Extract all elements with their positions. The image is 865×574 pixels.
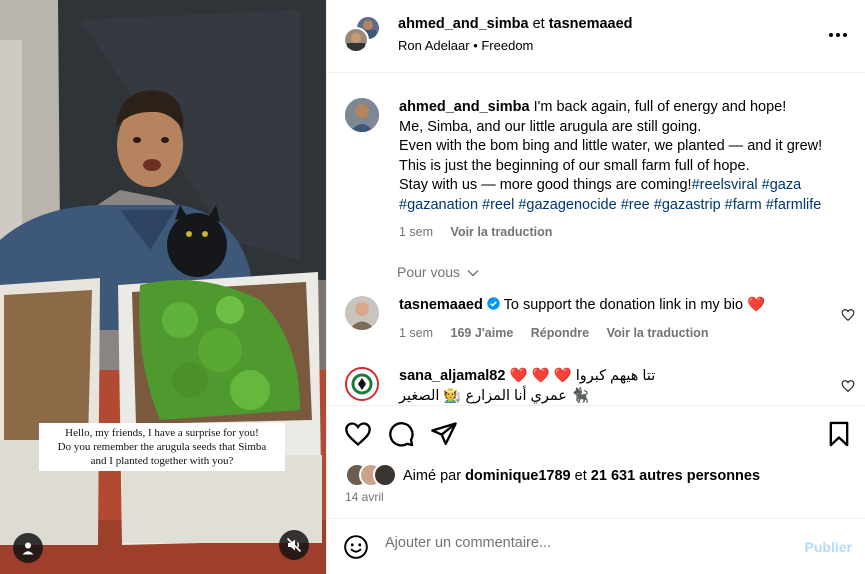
caption-line-1: ahmed_and_simba I'm back again, full of … [399, 98, 849, 118]
post-date[interactable]: 14 avril [345, 490, 384, 504]
emoji-icon[interactable] [343, 534, 369, 560]
comment-like-heart-icon[interactable] [841, 379, 855, 393]
more-horizontal-icon [829, 33, 847, 37]
comment-text: ❤️ ❤️ ❤️ تتا هيهم كبروا [509, 368, 656, 384]
hashtag-link[interactable]: #reelsviral #gaza [692, 177, 802, 193]
video-frame [0, 0, 326, 574]
translate-link[interactable]: Voir la traduction [607, 326, 709, 340]
comments-section[interactable]: ahmed_and_simba I'm back again, full of … [327, 74, 865, 404]
mute-toggle-button[interactable] [279, 530, 309, 560]
collab-avatars[interactable] [343, 15, 383, 55]
for-you-sort-button[interactable]: Pour vous [397, 264, 479, 280]
liked-by-user-link[interactable]: dominique1789 [465, 468, 571, 484]
avatar[interactable] [345, 367, 379, 401]
caption-text: Me, Simba, and our little arugula are st… [399, 118, 702, 135]
conjunction: et [532, 16, 545, 32]
more-options-button[interactable] [828, 22, 848, 42]
comment-body: sana_aljamal82 ❤️ ❤️ ❤️ تتا هيهم كبروا 🐈… [399, 367, 849, 404]
post-side-panel: ahmed_and_simba et tasnemaaed Ron Adelaa… [326, 0, 865, 574]
caption-text: Stay with us — more good things are comi… [399, 177, 692, 193]
author-names: ahmed_and_simba et tasnemaaed [398, 15, 633, 33]
caption-text: I'm back again, full of energy and hope! [533, 99, 787, 115]
likes-count-link[interactable]: 21 631 autres personnes [591, 468, 760, 484]
audio-track: Freedom [481, 38, 534, 53]
translate-link[interactable]: Voir la traduction [451, 225, 553, 239]
caption-text: This is just the beginning of our small … [399, 157, 750, 174]
comment-body: tasnemaaed To support the donation link … [399, 296, 849, 343]
share-icon[interactable] [430, 420, 458, 448]
comment-meta: 1 sem 169 J'aime Répondre Voir la traduc… [399, 324, 849, 344]
audio-artist: Ron Adelaar [398, 38, 470, 53]
video-caption: Hello, my friends, I have a surprise for… [39, 423, 285, 471]
tagged-users-button[interactable] [13, 533, 43, 563]
caption-time: 1 sem [399, 225, 434, 239]
comment-composer: Publier [327, 518, 865, 574]
for-you-label: Pour vous [397, 264, 461, 280]
caption-line: and I planted together with you? [90, 455, 234, 467]
caption-line-5: Stay with us — more good things are comi… [399, 176, 849, 196]
reel-video[interactable]: Hello, my friends, I have a surprise for… [0, 0, 326, 574]
caption-text: Even with the bom bing and little water,… [399, 138, 823, 154]
caption-username[interactable]: ahmed_and_simba [399, 99, 530, 115]
comment-icon[interactable] [387, 420, 415, 448]
author-link[interactable]: ahmed_and_simba [398, 16, 529, 32]
comment-likes-count[interactable]: 169 J'aime [451, 326, 514, 340]
avatar[interactable] [345, 296, 379, 330]
verified-badge-icon [487, 297, 500, 310]
avatar [373, 463, 397, 487]
caption-meta: 1 sem Voir la traduction [399, 223, 849, 243]
caption-line: Do you remember the arugula seeds that S… [57, 441, 267, 453]
publish-button[interactable]: Publier [805, 539, 852, 555]
heart-icon[interactable] [344, 420, 372, 448]
caption-line: Hello, my friends, I have a surprise for… [65, 427, 259, 439]
comment-text: 🐈‍⬛ عمري أنا المزارع 🧑‍🌾 الصغير وسيمبا [399, 387, 590, 404]
bookmark-icon[interactable] [825, 420, 853, 448]
user-icon [22, 542, 34, 555]
comment-text: To support the donation link in my bio ❤… [503, 297, 766, 313]
comment-username[interactable]: sana_aljamal82 [399, 368, 505, 384]
reply-button[interactable]: Répondre [531, 326, 589, 340]
comment-line: sana_aljamal82 ❤️ ❤️ ❤️ تتا هيهم كبروا [399, 367, 849, 387]
avatar [343, 27, 369, 53]
comment-line: tasnemaaed To support the donation link … [399, 296, 849, 316]
coauthor-link[interactable]: tasnemaaed [549, 16, 633, 32]
avatar[interactable] [345, 98, 379, 132]
audio-info[interactable]: Ron Adelaar • Freedom [398, 38, 633, 53]
comment-input[interactable] [385, 535, 785, 551]
post-actions: Aimé par dominique1789 et 21 631 autres … [327, 405, 865, 518]
comment-time: 1 sem [399, 325, 434, 340]
hashtag-link[interactable]: #gazanation #reel #gazagenocide #ree #ga… [399, 196, 849, 216]
likes-text: Aimé par dominique1789 et 21 631 autres … [403, 468, 760, 484]
header-text: ahmed_and_simba et tasnemaaed Ron Adelaa… [398, 15, 633, 53]
caption-body: ahmed_and_simba I'm back again, full of … [399, 98, 849, 243]
liked-by-middle: et [574, 468, 587, 484]
comment-username[interactable]: tasnemaaed [399, 297, 483, 313]
chevron-down-icon [467, 270, 479, 277]
comment-like-heart-icon[interactable] [841, 308, 855, 322]
muted-speaker-icon [286, 537, 302, 553]
liked-by-prefix: Aimé par [403, 468, 462, 484]
post-header: ahmed_and_simba et tasnemaaed Ron Adelaa… [327, 0, 865, 73]
